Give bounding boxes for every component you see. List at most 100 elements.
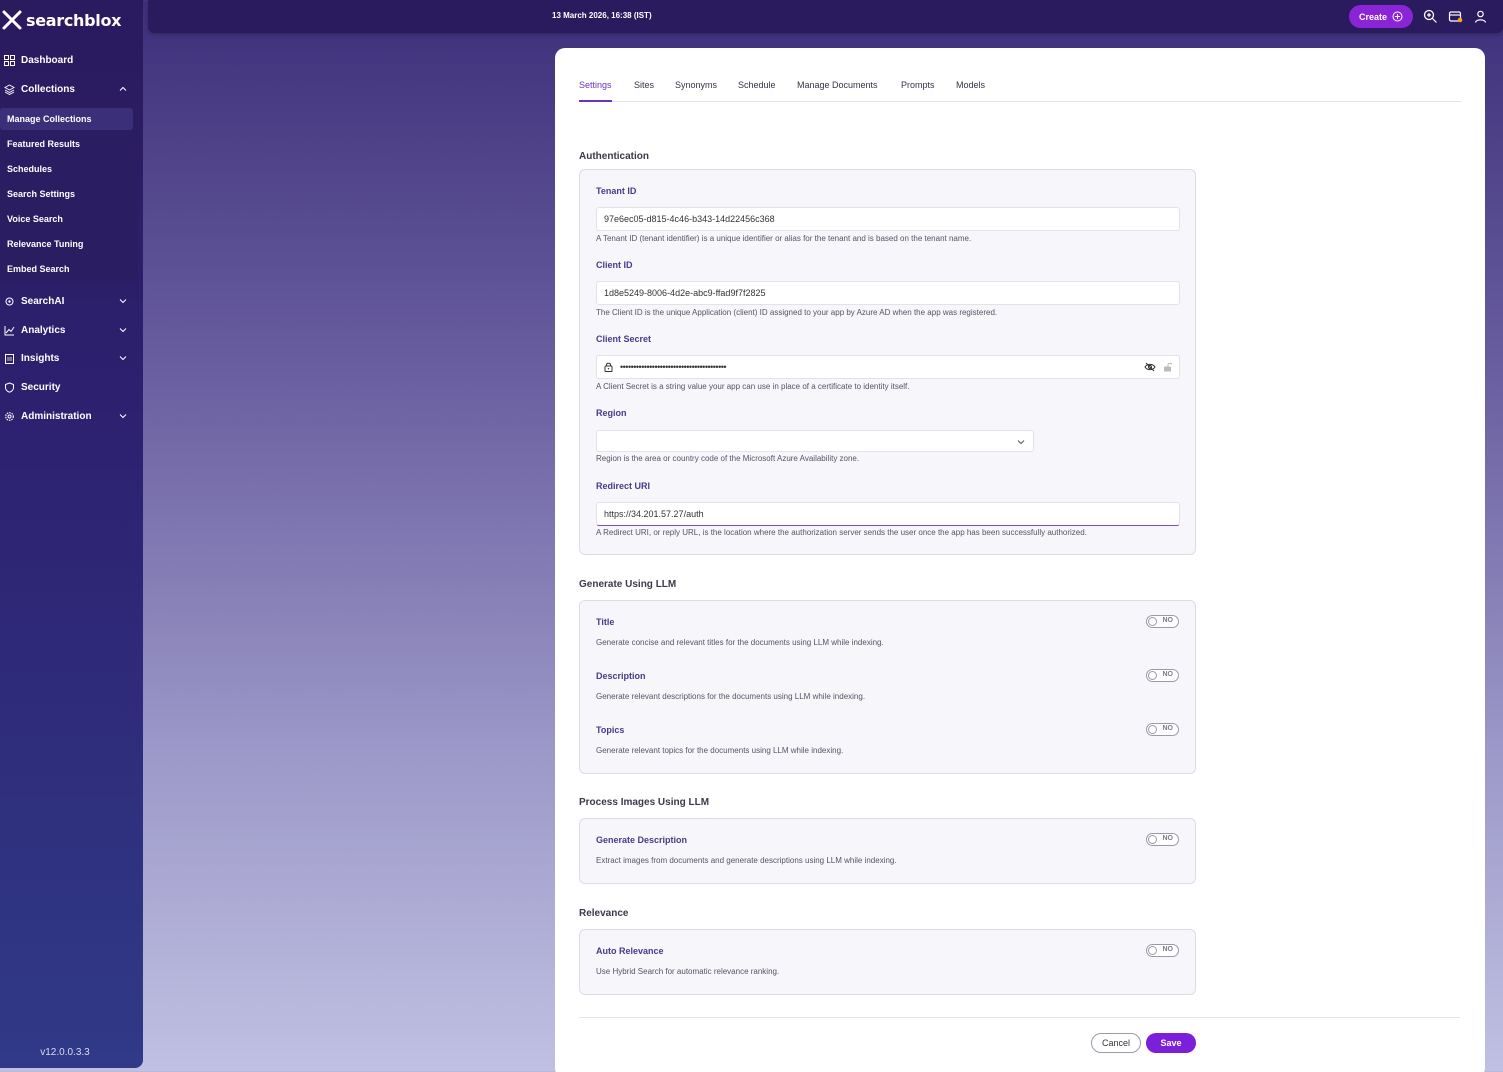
layers-icon — [4, 83, 15, 95]
client-secret-label: Client Secret — [596, 334, 652, 344]
auto-relevance-toggle[interactable]: NO — [1146, 944, 1179, 957]
toggle-state: NO — [1162, 725, 1174, 732]
sidebar-item-label: Security — [21, 381, 61, 393]
searchblox-logo-icon — [2, 10, 22, 30]
toggle-knob — [1148, 617, 1157, 626]
toggle-knob — [1148, 946, 1157, 955]
toggle-knob — [1148, 835, 1157, 844]
generate-llm-panel: Title NO Generate concise and relevant t… — [579, 600, 1196, 774]
toggle-state: NO — [1162, 946, 1174, 953]
sidebar-item-security[interactable]: Security — [0, 376, 135, 398]
sidebar: searchblox Dashboard Collections Manage … — [0, 0, 143, 1068]
user-icon[interactable] — [1473, 9, 1488, 24]
tenant-id-input[interactable] — [596, 207, 1180, 231]
region-help: Region is the area or country code of th… — [596, 454, 860, 463]
sidebar-item-label: SearchAI — [21, 295, 65, 307]
sidebar-item-label: Administration — [21, 410, 92, 422]
chevron-down-icon — [119, 356, 127, 361]
relevance-panel: Auto Relevance NO Use Hybrid Search for … — [579, 929, 1196, 995]
chevron-down-icon — [119, 299, 127, 304]
region-select[interactable] — [596, 430, 1034, 452]
shield-icon — [4, 381, 15, 393]
client-id-label: Client ID — [596, 260, 633, 270]
llm-description-toggle[interactable]: NO — [1146, 669, 1179, 682]
dashboard-icon — [4, 54, 15, 66]
generate-description-toggle[interactable]: NO — [1146, 833, 1179, 846]
cancel-button[interactable]: Cancel — [1091, 1033, 1141, 1053]
client-secret-value: •••••••••••••••••••••••••••••••••••••••• — [620, 362, 727, 372]
eye-off-icon[interactable] — [1144, 362, 1156, 372]
brand-logo[interactable]: searchblox — [2, 9, 122, 31]
create-button-label: Create — [1358, 11, 1387, 22]
tab-prompts[interactable]: Prompts — [901, 80, 935, 102]
tab-schedule[interactable]: Schedule — [738, 80, 776, 102]
collection-tabs: Settings Sites Synonyms Schedule Manage … — [579, 80, 1461, 102]
tab-models[interactable]: Models — [956, 80, 985, 102]
sidebar-subitem-embed-search[interactable]: Embed Search — [0, 258, 133, 280]
toggle-knob — [1148, 671, 1157, 680]
top-bar: 13 March 2026, 16:38 (IST) Create — [148, 0, 1503, 33]
sidebar-item-label: Collections — [21, 83, 75, 95]
client-secret-help: A Client Secret is a string value your a… — [596, 382, 910, 391]
client-id-help: The Client ID is the unique Application … — [596, 308, 998, 317]
collections-submenu: Manage Collections Featured Results Sche… — [0, 106, 138, 283]
sidebar-subitem-relevance-tuning[interactable]: Relevance Tuning — [0, 233, 133, 255]
redirect-uri-input[interactable] — [596, 502, 1180, 526]
sidebar-item-analytics[interactable]: Analytics — [0, 319, 135, 341]
redirect-uri-label: Redirect URI — [596, 481, 651, 491]
section-title-relevance: Relevance — [579, 908, 629, 919]
tab-sites[interactable]: Sites — [634, 80, 654, 102]
redirect-uri-help: A Redirect URI, or reply URL, is the loc… — [596, 528, 1087, 537]
client-secret-input[interactable]: •••••••••••••••••••••••••••••••••••••••• — [596, 355, 1180, 379]
current-datetime: 13 March 2026, 16:38 (IST) — [552, 11, 652, 20]
tab-synonyms[interactable]: Synonyms — [675, 80, 717, 102]
auto-relevance-help: Use Hybrid Search for automatic relevanc… — [596, 967, 780, 976]
llm-topics-toggle[interactable]: NO — [1146, 723, 1179, 736]
tenant-id-help: A Tenant ID (tenant identifier) is a uni… — [596, 234, 972, 243]
create-button[interactable]: Create — [1349, 5, 1413, 28]
gear-icon — [4, 411, 15, 422]
section-title-authentication: Authentication — [579, 151, 649, 162]
toggle-state: NO — [1162, 617, 1174, 624]
section-title-generate-llm: Generate Using LLM — [579, 579, 677, 590]
llm-topics-label: Topics — [596, 725, 625, 735]
llm-title-help: Generate concise and relevant titles for… — [596, 638, 884, 647]
auto-relevance-label: Auto Relevance — [596, 946, 664, 956]
tenant-id-label: Tenant ID — [596, 186, 637, 196]
llm-title-toggle[interactable]: NO — [1146, 615, 1179, 628]
generate-description-label: Generate Description — [596, 835, 688, 845]
client-id-input[interactable] — [596, 281, 1180, 305]
sidebar-subitem-voice-search[interactable]: Voice Search — [0, 208, 133, 230]
tab-settings[interactable]: Settings — [579, 80, 612, 102]
sidebar-item-collections[interactable]: Collections — [0, 78, 135, 100]
sidebar-item-label: Insights — [21, 352, 60, 364]
unlock-icon[interactable] — [1163, 362, 1172, 372]
chevron-down-icon — [119, 328, 127, 333]
clipboard-icon — [4, 353, 15, 364]
llm-description-help: Generate relevant descriptions for the d… — [596, 692, 866, 701]
llm-topics-help: Generate relevant topics for the documen… — [596, 746, 844, 755]
chevron-down-icon — [119, 414, 127, 419]
toggle-state: NO — [1162, 671, 1174, 678]
notification-card-icon[interactable] — [1448, 9, 1463, 24]
app-version: v12.0.0.3.3 — [40, 1047, 90, 1058]
sidebar-subitem-manage-collections[interactable]: Manage Collections — [0, 108, 133, 130]
search-zoom-icon[interactable] — [1423, 9, 1438, 24]
tab-manage-documents[interactable]: Manage Documents — [797, 80, 878, 102]
chart-line-icon — [4, 325, 15, 336]
authentication-panel: Tenant ID A Tenant ID (tenant identifier… — [579, 169, 1196, 555]
sidebar-item-administration[interactable]: Administration — [0, 405, 135, 427]
chevron-up-icon — [119, 86, 127, 91]
toggle-knob — [1148, 725, 1157, 734]
lock-icon — [604, 362, 613, 372]
sidebar-subitem-schedules[interactable]: Schedules — [0, 158, 133, 180]
sidebar-item-insights[interactable]: Insights — [0, 347, 135, 369]
ai-chip-icon — [4, 296, 15, 307]
toggle-state: NO — [1162, 835, 1174, 842]
sidebar-item-dashboard[interactable]: Dashboard — [0, 49, 135, 71]
save-button[interactable]: Save — [1146, 1033, 1196, 1053]
sidebar-item-searchai[interactable]: SearchAI — [0, 290, 135, 312]
llm-description-label: Description — [596, 671, 646, 681]
sidebar-subitem-featured-results[interactable]: Featured Results — [0, 133, 133, 155]
sidebar-subitem-search-settings[interactable]: Search Settings — [0, 183, 133, 205]
